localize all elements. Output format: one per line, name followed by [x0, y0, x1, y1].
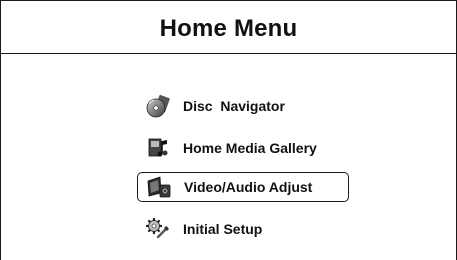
menu-item-label: Initial Setup: [183, 221, 263, 237]
video-audio-adjust-icon: [146, 174, 172, 200]
menu-item-disc-navigator[interactable]: Disc Navigator: [137, 91, 349, 121]
home-menu-screen: Home Menu Disc Navigator Home Media Gall…: [0, 0, 457, 260]
home-menu-list: Disc Navigator Home Media Gallery Video/…: [1, 1, 456, 260]
media-gallery-icon: [145, 135, 171, 161]
menu-item-label: Video/Audio Adjust: [184, 179, 313, 195]
menu-item-video-audio-adjust[interactable]: Video/Audio Adjust: [137, 172, 349, 202]
menu-item-label: Home Media Gallery: [183, 140, 317, 156]
disc-navigator-icon: [145, 93, 171, 119]
initial-setup-icon: [145, 216, 171, 242]
menu-item-initial-setup[interactable]: Initial Setup: [137, 214, 349, 244]
menu-item-label: Disc Navigator: [183, 98, 285, 114]
menu-item-home-media-gallery[interactable]: Home Media Gallery: [137, 133, 349, 163]
